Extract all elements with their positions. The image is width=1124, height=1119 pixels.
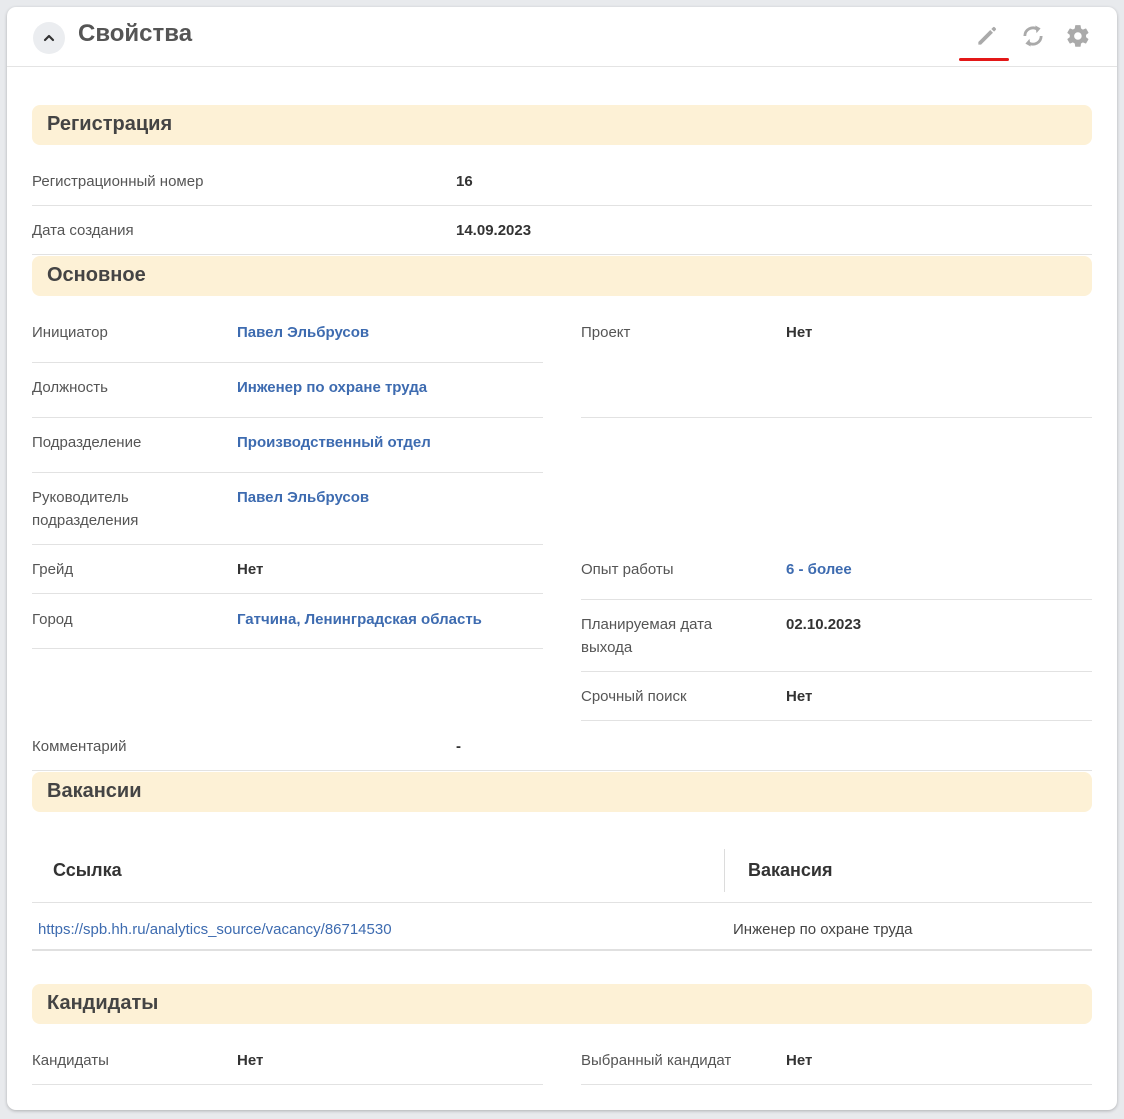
candidates-label: Кандидаты <box>32 1052 109 1069</box>
comment-value: - <box>456 738 461 755</box>
planned-date-label-line1: Планируемая дата <box>581 616 713 633</box>
city-link[interactable]: Гатчина, Ленинградская область <box>237 608 482 631</box>
divider <box>581 671 1092 672</box>
selected-candidate-value: Нет <box>786 1052 813 1069</box>
project-label: Проект <box>581 324 631 341</box>
refresh-button[interactable] <box>1018 21 1048 51</box>
initiator-link[interactable]: Павел Эльбрусов <box>237 321 369 344</box>
urgent-search-label: Срочный поиск <box>581 688 687 705</box>
divider <box>32 593 543 594</box>
collapse-button[interactable] <box>33 22 65 54</box>
section-header-registration: Регистрация <box>32 105 1092 145</box>
panel-header: Свойства <box>7 7 1117 67</box>
refresh-icon <box>1023 25 1043 47</box>
edit-button[interactable] <box>972 21 1002 51</box>
chevron-up-icon <box>43 34 55 42</box>
divider <box>581 599 1092 600</box>
divider <box>32 544 543 545</box>
reg-number-label: Регистрационный номер <box>32 173 204 190</box>
department-head-label-line1: Руководитель <box>32 489 129 506</box>
city-label: Город <box>32 611 73 628</box>
panel-title: Свойства <box>78 20 193 47</box>
divider <box>32 205 1092 206</box>
section-header-vacancies: Вакансии <box>32 772 1092 812</box>
column-header-link[interactable]: Ссылка <box>53 860 122 881</box>
divider <box>32 417 543 418</box>
created-date-label: Дата создания <box>32 222 134 239</box>
section-title: Кандидаты <box>47 992 159 1014</box>
grade-value: Нет <box>237 561 264 578</box>
position-link[interactable]: Инженер по охране труда <box>237 376 427 399</box>
comment-label: Комментарий <box>32 738 127 755</box>
planned-date-label-line2: выхода <box>581 639 633 656</box>
section-header-main: Основное <box>32 256 1092 296</box>
experience-label: Опыт работы <box>581 561 674 578</box>
properties-panel: Свойства Регистрация Регистрационный ном… <box>7 7 1117 1110</box>
divider <box>32 254 1092 255</box>
divider <box>32 770 1092 771</box>
section-title: Регистрация <box>47 113 173 135</box>
pencil-icon <box>978 26 997 45</box>
grade-label: Грейд <box>32 561 74 578</box>
section-title: Основное <box>47 264 146 286</box>
divider <box>32 902 1092 903</box>
divider <box>32 648 543 649</box>
department-label: Подразделение <box>32 434 142 451</box>
selected-candidate-label: Выбранный кандидат <box>581 1052 732 1069</box>
section-title: Вакансии <box>47 780 142 802</box>
table-row-border <box>32 949 1092 951</box>
divider <box>581 417 1092 418</box>
divider <box>581 720 1092 721</box>
column-separator <box>724 849 725 892</box>
experience-link[interactable]: 6 - более <box>786 558 852 581</box>
divider <box>32 472 543 473</box>
department-link[interactable]: Производственный отдел <box>237 431 431 454</box>
divider <box>581 1084 1092 1085</box>
divider <box>32 362 543 363</box>
edit-active-indicator <box>959 58 1009 61</box>
department-head-label-line2: подразделения <box>32 512 139 529</box>
initiator-label: Инициатор <box>32 324 108 341</box>
gear-icon <box>1067 25 1089 47</box>
divider <box>32 1084 543 1085</box>
planned-date-value: 02.10.2023 <box>786 616 862 633</box>
vacancy-name: Инженер по охране труда <box>733 921 913 938</box>
vacancy-link[interactable]: https://spb.hh.ru/analytics_source/vacan… <box>38 921 392 938</box>
position-label: Должность <box>32 379 108 396</box>
department-head-link[interactable]: Павел Эльбрусов <box>237 486 369 509</box>
project-value: Нет <box>786 324 813 341</box>
created-date-value: 14.09.2023 <box>456 222 532 239</box>
section-header-candidates: Кандидаты <box>32 984 1092 1024</box>
column-header-vacancy[interactable]: Вакансия <box>748 860 832 881</box>
urgent-search-value: Нет <box>786 688 813 705</box>
reg-number-value: 16 <box>456 173 473 190</box>
candidates-value: Нет <box>237 1052 264 1069</box>
settings-button[interactable] <box>1063 21 1093 51</box>
